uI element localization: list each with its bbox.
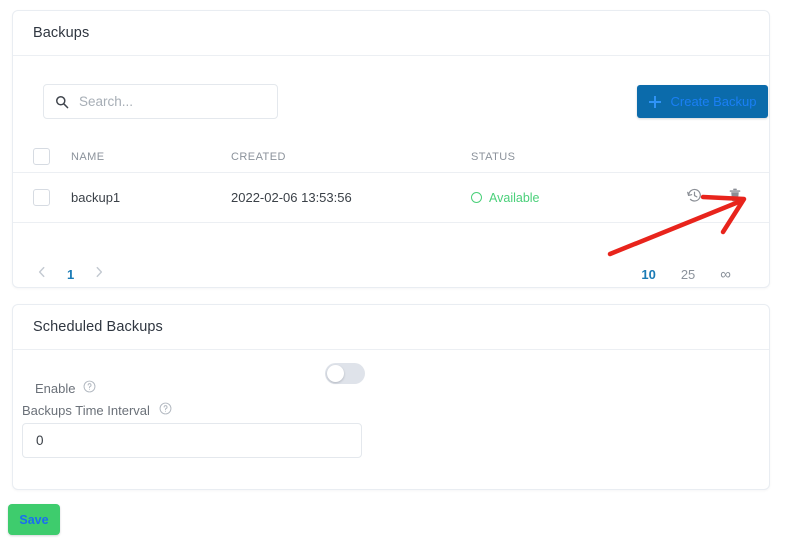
save-button[interactable]: Save: [8, 504, 60, 535]
scheduled-backups-card: Scheduled Backups Enable: [12, 304, 770, 490]
delete-icon[interactable]: [727, 187, 743, 208]
page-size-all[interactable]: ∞: [720, 266, 731, 283]
backups-card: Backups Create Backup NAME: [12, 10, 770, 288]
cell-name: backup1: [71, 190, 121, 205]
search-icon: [55, 95, 69, 109]
plus-icon: [648, 95, 661, 108]
table-row: backup1 2022-02-06 13:53:56 Available: [13, 173, 769, 223]
page-size-10[interactable]: 10: [641, 267, 655, 282]
enable-row: Enable: [35, 372, 747, 404]
chevron-right-icon[interactable]: [92, 265, 106, 284]
page-size-25[interactable]: 25: [681, 267, 695, 282]
pagination-page-1[interactable]: 1: [67, 267, 74, 282]
search-input[interactable]: [79, 94, 259, 109]
page-root: Backups Create Backup NAME: [0, 0, 785, 544]
status-circle-icon: [471, 192, 482, 203]
create-backup-button[interactable]: Create Backup: [637, 85, 768, 118]
cell-status: Available: [471, 191, 686, 205]
enable-label-group: Enable: [35, 380, 96, 396]
enable-label: Enable: [35, 380, 76, 396]
status-badge: Available: [471, 191, 686, 205]
create-backup-label: Create Backup: [670, 94, 757, 109]
column-header-created: CREATED: [231, 150, 286, 163]
page-size-selector: 10 25 ∞: [641, 266, 747, 283]
toggle-knob: [327, 365, 344, 382]
table-header-row: NAME CREATED STATUS: [13, 141, 769, 173]
status-label: Available: [489, 190, 540, 205]
backups-card-header: Backups: [13, 11, 769, 56]
row-select-cell: [33, 189, 71, 206]
cell-created: 2022-02-06 13:53:56: [231, 190, 352, 205]
scheduled-card-header: Scheduled Backups: [13, 305, 769, 350]
interval-label-group: Backups Time Interval: [22, 402, 172, 418]
search-box[interactable]: [43, 84, 278, 119]
select-all-cell: [33, 148, 71, 165]
help-circle-icon[interactable]: [83, 380, 96, 396]
row-checkbox[interactable]: [33, 189, 50, 206]
scheduled-title: Scheduled Backups: [33, 319, 163, 335]
scheduled-body: Enable: [13, 350, 769, 404]
interval-label: Backups Time Interval: [22, 402, 150, 418]
interval-input[interactable]: [22, 423, 362, 458]
row-actions: [686, 187, 751, 209]
column-header-name: NAME: [71, 150, 105, 163]
select-all-checkbox[interactable]: [33, 148, 50, 165]
chevron-left-icon[interactable]: [35, 265, 49, 284]
column-header-status: STATUS: [471, 150, 516, 163]
help-circle-icon[interactable]: [159, 402, 172, 418]
page-title: Backups: [33, 25, 90, 41]
backups-table: NAME CREATED STATUS backup1 2022-02-06 1…: [13, 141, 769, 223]
pagination-pages: 1: [35, 265, 106, 284]
pagination: 1 10 25 ∞: [13, 250, 769, 298]
restore-icon[interactable]: [686, 187, 703, 209]
enable-toggle[interactable]: [325, 363, 365, 384]
